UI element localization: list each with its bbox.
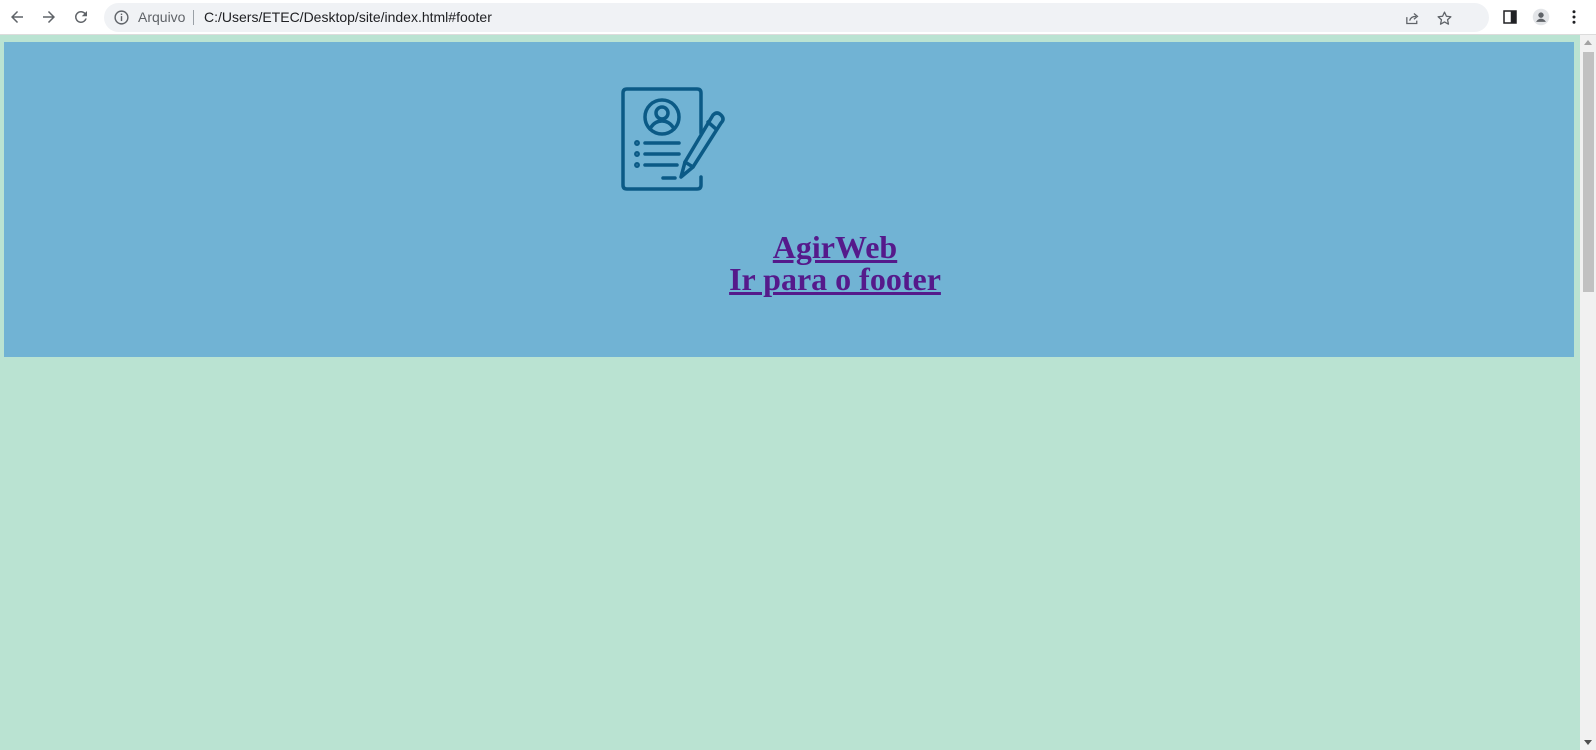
footer-link-heading: Ir para o footer	[4, 261, 1596, 297]
info-icon[interactable]	[113, 9, 130, 26]
scroll-down-arrow[interactable]	[1584, 740, 1592, 745]
scroll-thumb[interactable]	[1583, 52, 1594, 292]
star-icon	[1436, 10, 1452, 25]
back-button[interactable]	[4, 4, 30, 30]
share-icon	[1405, 12, 1418, 24]
arrow-left-icon	[11, 11, 23, 23]
profile-icon	[1532, 8, 1550, 26]
arrow-right-icon	[43, 11, 55, 23]
page-viewport: AgirWeb Ir para o footer	[0, 35, 1580, 750]
vertical-scrollbar[interactable]	[1580, 35, 1596, 750]
url-text[interactable]: C:/Users/ETEC/Desktop/site/index.html#fo…	[204, 3, 492, 32]
page-header: AgirWeb Ir para o footer	[4, 42, 1574, 357]
menu-button[interactable]	[1561, 4, 1587, 30]
scheme-label: Arquivo	[138, 9, 186, 25]
side-panel-button[interactable]	[1497, 4, 1523, 30]
browser-toolbar: Arquivo C:/Users/ETEC/Desktop/site/index…	[0, 0, 1596, 35]
share-button[interactable]	[1400, 6, 1424, 30]
site-title: AgirWeb	[4, 229, 1596, 265]
side-panel-icon	[1503, 10, 1517, 24]
scroll-up-arrow[interactable]	[1584, 40, 1592, 45]
reload-button[interactable]	[68, 4, 94, 30]
kebab-menu-icon	[1572, 10, 1576, 24]
site-title-link[interactable]: AgirWeb	[773, 229, 897, 265]
profile-button[interactable]	[1528, 4, 1554, 30]
address-divider	[193, 10, 194, 25]
bookmark-button[interactable]	[1432, 6, 1456, 30]
forward-button[interactable]	[36, 4, 62, 30]
address-bar[interactable]: Arquivo C:/Users/ETEC/Desktop/site/index…	[104, 3, 1489, 32]
footer-link[interactable]: Ir para o footer	[729, 261, 941, 297]
resume-pencil-icon	[621, 87, 725, 191]
reload-icon	[74, 10, 87, 23]
